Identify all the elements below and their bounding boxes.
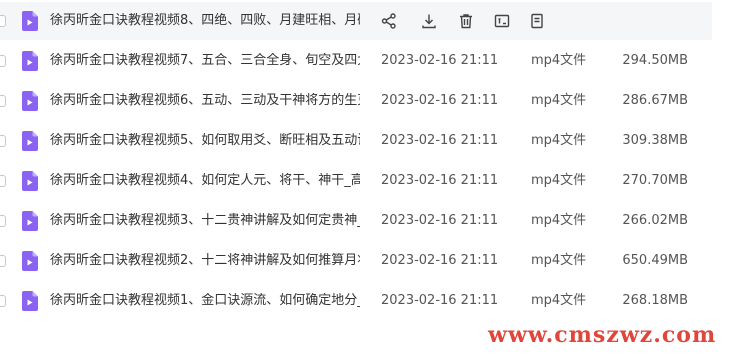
file-name[interactable]: 徐丙昕金口诀教程视频7、五合、三合全身、旬空及四大... xyxy=(50,53,360,69)
file-date: 2023-02-16 21:11 xyxy=(381,53,499,68)
file-type: mp4文件 xyxy=(531,133,587,148)
video-file-icon xyxy=(22,291,38,311)
file-name[interactable]: 徐丙昕金口诀教程视频1、金口诀源流、如何确定地分_高... xyxy=(50,293,360,309)
download-icon[interactable] xyxy=(420,12,438,30)
file-row[interactable]: 徐丙昕金口诀教程视频3、十二贵神讲解及如何定贵神_高... 2023-02-16 … xyxy=(0,202,712,240)
video-file-icon xyxy=(22,211,38,231)
file-date: 2023-02-16 21:11 xyxy=(381,133,499,148)
file-type: mp4文件 xyxy=(531,253,587,268)
file-date: 2023-02-16 21:11 xyxy=(381,173,499,188)
file-row[interactable]: 徐丙昕金口诀教程视频5、如何取用爻、断旺相及五动讲... 2023-02-16 2… xyxy=(0,122,712,160)
file-name[interactable]: 徐丙昕金口诀教程视频4、如何定人元、将干、神干_高清... xyxy=(50,173,360,189)
file-row[interactable]: 徐丙昕金口诀教程视频7、五合、三合全身、旬空及四大... 2023-02-16 2… xyxy=(0,42,712,80)
row-checkbox[interactable] xyxy=(0,175,6,187)
video-file-icon xyxy=(22,91,38,111)
file-date: 2023-02-16 21:11 xyxy=(381,93,499,108)
video-file-icon xyxy=(22,51,38,71)
file-row[interactable]: 徐丙昕金口诀教程视频2、十二将神讲解及如何推算月将... 2023-02-16 2… xyxy=(0,242,712,280)
row-checkbox[interactable] xyxy=(0,55,6,67)
file-size: 294.50MB xyxy=(622,53,688,68)
file-date: 2023-02-16 21:11 xyxy=(381,293,499,308)
file-name[interactable]: 徐丙昕金口诀教程视频2、十二将神讲解及如何推算月将... xyxy=(50,253,360,269)
file-type: mp4文件 xyxy=(531,173,587,188)
file-size: 270.70MB xyxy=(622,173,688,188)
watermark: www.cmszwz.com xyxy=(488,322,717,348)
file-row[interactable]: 徐丙昕金口诀教程视频6、五动、三动及干神将方的生克... 2023-02-16 2… xyxy=(0,82,712,120)
file-name[interactable]: 徐丙昕金口诀教程视频8、四绝、四败、月建旺相、月破... xyxy=(50,13,360,29)
row-checkbox[interactable] xyxy=(0,15,6,27)
video-file-icon xyxy=(22,11,38,31)
file-date: 2023-02-16 21:11 xyxy=(381,213,499,228)
row-checkbox[interactable] xyxy=(0,255,6,267)
file-name[interactable]: 徐丙昕金口诀教程视频6、五动、三动及干神将方的生克... xyxy=(50,93,360,109)
file-type: mp4文件 xyxy=(531,213,587,228)
more-icon[interactable] xyxy=(528,12,546,30)
file-name[interactable]: 徐丙昕金口诀教程视频5、如何取用爻、断旺相及五动讲... xyxy=(50,133,360,149)
row-checkbox[interactable] xyxy=(0,95,6,107)
file-row[interactable]: 徐丙昕金口诀教程视频1、金口诀源流、如何确定地分_高... 2023-02-16 … xyxy=(0,282,712,320)
file-size: 309.38MB xyxy=(622,133,688,148)
file-row[interactable]: 徐丙昕金口诀教程视频4、如何定人元、将干、神干_高清... 2023-02-16 … xyxy=(0,162,712,200)
row-checkbox[interactable] xyxy=(0,295,6,307)
row-checkbox[interactable] xyxy=(0,135,6,147)
delete-icon[interactable] xyxy=(457,12,475,30)
video-file-icon xyxy=(22,171,38,191)
file-type: mp4文件 xyxy=(531,53,587,68)
file-size: 266.02MB xyxy=(622,213,688,228)
share-icon[interactable] xyxy=(380,12,398,30)
row-checkbox[interactable] xyxy=(0,215,6,227)
file-name[interactable]: 徐丙昕金口诀教程视频3、十二贵神讲解及如何定贵神_高... xyxy=(50,213,360,229)
file-row[interactable]: 徐丙昕金口诀教程视频8、四绝、四败、月建旺相、月破... xyxy=(0,2,712,40)
file-type: mp4文件 xyxy=(531,293,587,308)
rename-icon[interactable] xyxy=(493,12,511,30)
video-file-icon xyxy=(22,131,38,151)
file-size: 286.67MB xyxy=(622,93,688,108)
file-size: 650.49MB xyxy=(622,253,688,268)
file-date: 2023-02-16 21:11 xyxy=(381,253,499,268)
file-type: mp4文件 xyxy=(531,93,587,108)
video-file-icon xyxy=(22,251,38,271)
file-size: 268.18MB xyxy=(622,293,688,308)
